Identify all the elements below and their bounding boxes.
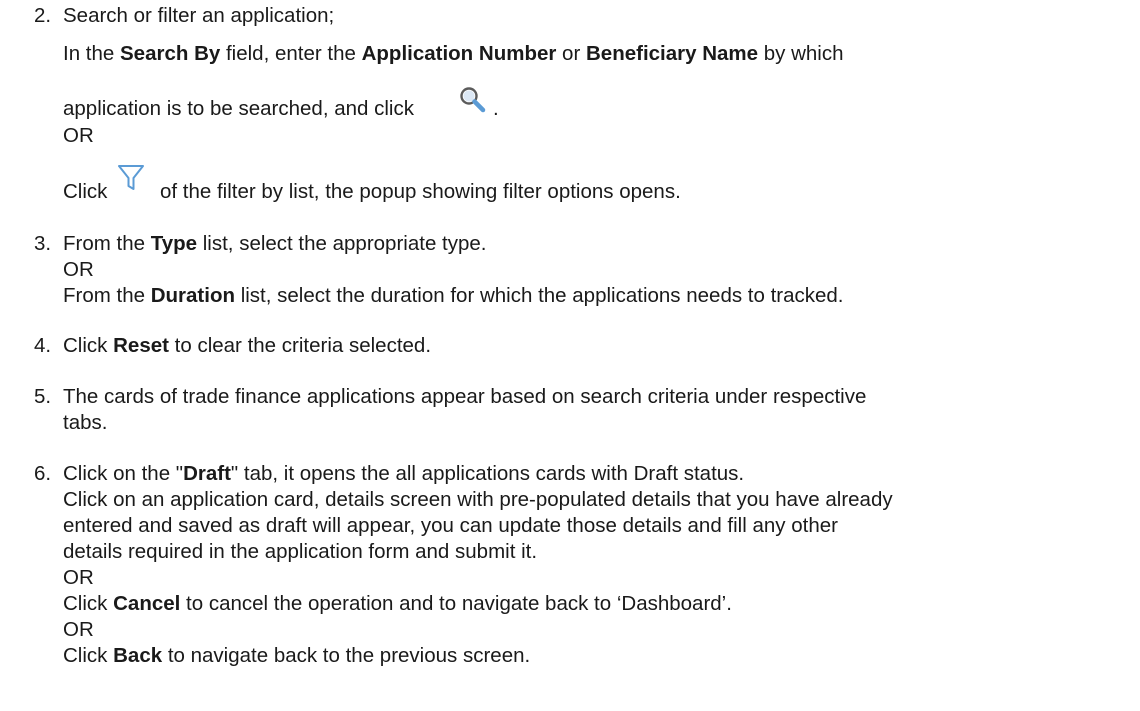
step-6-number: 6.	[34, 462, 52, 485]
step-2-number: 2.	[34, 4, 52, 27]
step-2-or: OR	[63, 124, 94, 147]
step-5-line-1: The cards of trade finance applications …	[63, 385, 867, 408]
step-3-or: OR	[63, 258, 94, 281]
step-6-line-6: Click Cancel to cancel the operation and…	[63, 592, 732, 615]
step-6-line-1: Click on the "Draft" tab, it opens the a…	[63, 462, 745, 485]
step-3-number: 3.	[34, 232, 52, 255]
step-4-line-1: Click Reset to clear the criteria select…	[63, 334, 432, 357]
step-6-or-2: OR	[63, 618, 94, 641]
step-2-line-1: Search or filter an application;	[63, 4, 335, 27]
step-3-line-1: From the Type list, select the appropria…	[63, 232, 487, 255]
filter-funnel-icon	[116, 163, 146, 193]
step-5-line-2: tabs.	[63, 411, 108, 434]
step-6-line-8: Click Back to navigate back to the previ…	[63, 644, 531, 667]
step-2-click-label: Click	[63, 180, 108, 203]
step-6-line-2: Click on an application card, details sc…	[63, 488, 893, 511]
step-6-line-4: details required in the application form…	[63, 540, 538, 563]
document-page: 2. Search or filter an application; In t…	[0, 0, 1140, 711]
step-4-number: 4.	[34, 334, 52, 357]
step-6-line-3: entered and saved as draft will appear, …	[63, 514, 838, 537]
step-2-line-3: application is to be searched, and click	[63, 97, 414, 120]
step-5-number: 5.	[34, 385, 52, 408]
step-2-line-5: of the filter by list, the popup showing…	[160, 180, 681, 203]
step-6-or-1: OR	[63, 566, 94, 589]
step-3-line-3: From the Duration list, select the durat…	[63, 284, 844, 307]
step-2-line-3-period: .	[493, 97, 499, 120]
step-2-line-2: In the Search By field, enter the Applic…	[63, 42, 844, 65]
search-icon	[454, 83, 490, 117]
